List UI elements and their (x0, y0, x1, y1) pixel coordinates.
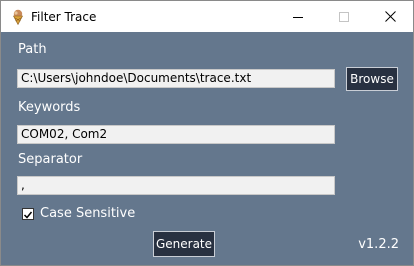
form-panel: Path C:\Users\johndoe\Documents\trace.tx… (1, 32, 413, 265)
title-bar[interactable]: Filter Trace (1, 1, 413, 32)
check-icon (23, 205, 33, 224)
keywords-label: Keywords (18, 100, 81, 115)
close-button[interactable] (367, 1, 413, 32)
path-label: Path (18, 42, 47, 57)
minimize-icon (293, 7, 303, 26)
browse-button[interactable]: Browse (346, 67, 398, 91)
close-icon (384, 7, 396, 26)
window-title: Filter Trace (31, 10, 97, 24)
keywords-field[interactable]: COM02, Com2 (17, 125, 335, 144)
case-sensitive-option[interactable]: Case Sensitive (22, 206, 135, 222)
separator-field[interactable]: , (17, 176, 335, 195)
separator-label: Separator (18, 152, 83, 167)
case-sensitive-checkbox[interactable] (22, 208, 34, 220)
maximize-icon (339, 7, 349, 26)
generate-button[interactable]: Generate (153, 231, 215, 257)
app-window: Filter Trace Path C:\Users\johndoe\Docum… (0, 0, 414, 266)
minimize-button[interactable] (275, 1, 321, 32)
version-label: v1.2.2 (358, 237, 399, 252)
ice-cream-cone-icon (11, 9, 25, 26)
path-field[interactable]: C:\Users\johndoe\Documents\trace.txt (17, 69, 335, 88)
maximize-button[interactable] (321, 1, 367, 32)
case-sensitive-label: Case Sensitive (40, 206, 136, 221)
